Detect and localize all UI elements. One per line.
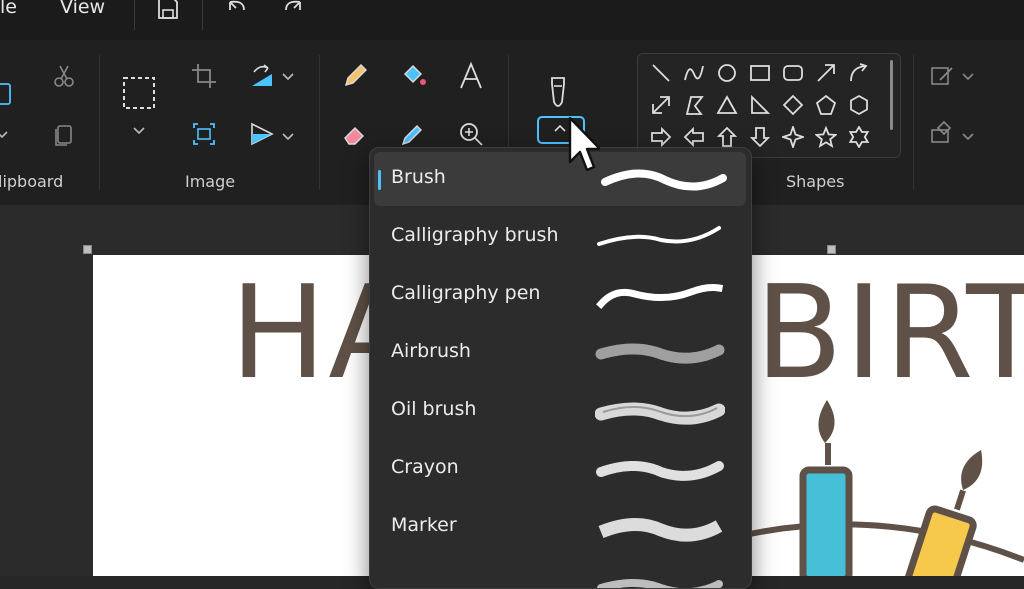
candles-illustration [745, 400, 1024, 576]
rectangle-shape-icon[interactable] [749, 62, 771, 84]
right-arrow-shape-icon[interactable] [650, 126, 672, 148]
pentagon-shape-icon[interactable] [815, 94, 837, 116]
marker-stroke-preview [598, 518, 723, 542]
text-icon[interactable] [455, 60, 487, 92]
canvas-resize-handle[interactable] [827, 245, 836, 254]
group-label-clipboard: lipboard [0, 172, 64, 191]
chevron-down-icon[interactable] [962, 130, 974, 142]
diamond-shape-icon[interactable] [782, 94, 804, 116]
brush-option-label: Brush [391, 166, 446, 188]
menu-view[interactable]: View [60, 0, 105, 18]
menu-separator [134, 0, 135, 30]
menu-bar: le View [0, 0, 1024, 40]
line-shape-icon[interactable] [650, 62, 672, 84]
canvas-resize-handle[interactable] [83, 245, 92, 254]
five-point-star-shape-icon[interactable] [815, 126, 837, 148]
color-picker-icon[interactable] [397, 118, 429, 150]
undo-icon[interactable] [222, 0, 252, 24]
cut-icon[interactable] [48, 60, 80, 92]
polygon-shape-icon[interactable] [683, 94, 705, 116]
curved-arrow-shape-icon[interactable] [848, 62, 870, 84]
brush-option-label: Marker [391, 514, 457, 536]
rounded-rectangle-shape-icon[interactable] [782, 62, 804, 84]
brush-option-airbrush[interactable]: Airbrush [370, 326, 751, 380]
chevron-down-icon[interactable] [962, 70, 974, 82]
chevron-down-icon[interactable] [282, 130, 294, 142]
chevron-up-icon [554, 124, 566, 132]
double-arrow-shape-icon[interactable] [650, 94, 672, 116]
brush-option-label: Airbrush [391, 340, 471, 362]
magnifier-icon[interactable] [455, 118, 487, 150]
arrow-diagonal-shape-icon[interactable] [815, 62, 837, 84]
group-separator [319, 55, 320, 190]
brush-option-label: Calligraphy pen [391, 282, 541, 304]
brush-icon[interactable] [540, 74, 576, 114]
chevron-down-icon[interactable] [133, 124, 145, 136]
airbrush-stroke-preview [595, 343, 725, 364]
selected-indicator [378, 170, 381, 190]
brush-option-label: Oil brush [391, 398, 477, 420]
crop-icon[interactable] [188, 60, 220, 92]
fill-icon[interactable] [397, 60, 429, 92]
brush-option-partial[interactable] [370, 558, 751, 588]
shapes-gallery [637, 53, 901, 158]
shapes-scrollbar[interactable] [890, 60, 893, 130]
oil-brush-stroke-preview [595, 402, 725, 425]
flip-icon[interactable] [246, 118, 278, 150]
menu-separator [202, 0, 203, 30]
brush-option-calligraphy-brush[interactable]: Calligraphy brush [370, 210, 751, 264]
shape-fill-icon[interactable] [926, 118, 958, 150]
left-arrow-shape-icon[interactable] [683, 126, 705, 148]
brush-option-calligraphy-pen[interactable]: Calligraphy pen [370, 268, 751, 322]
right-triangle-shape-icon[interactable] [749, 94, 771, 116]
outline-icon[interactable] [926, 60, 958, 92]
brush-option-brush[interactable]: Brush [374, 152, 746, 206]
mouse-cursor-icon [568, 116, 600, 172]
calligraphy-pen-stroke-preview [596, 284, 724, 309]
chevron-down-icon[interactable] [282, 70, 294, 82]
oval-shape-icon[interactable] [716, 62, 738, 84]
chevron-down-icon[interactable] [0, 128, 8, 140]
triangle-shape-icon[interactable] [716, 94, 738, 116]
calligraphy-brush-stroke-preview [597, 226, 721, 246]
brush-option-marker[interactable]: Marker [370, 500, 751, 554]
group-label-shapes: Shapes [786, 172, 845, 191]
brush-stroke-preview [601, 169, 727, 191]
menu-file[interactable]: le [0, 0, 17, 18]
redo-icon[interactable] [278, 0, 308, 24]
group-label-image: Image [185, 172, 236, 191]
group-separator [99, 55, 100, 190]
brush-option-label: Calligraphy brush [391, 224, 559, 246]
brush-stroke-preview [597, 579, 723, 588]
brush-option-oil-brush[interactable]: Oil brush [370, 384, 751, 438]
canvas-text-right: BIRT [755, 259, 1024, 408]
brush-option-crayon[interactable]: Crayon [370, 442, 751, 496]
select-icon[interactable] [121, 75, 157, 111]
four-point-star-shape-icon[interactable] [782, 126, 804, 148]
crayon-stroke-preview [596, 461, 724, 481]
eraser-icon[interactable] [339, 118, 371, 150]
down-arrow-shape-icon[interactable] [749, 126, 771, 148]
save-icon[interactable] [152, 0, 182, 24]
brush-dropdown-menu: Brush Calligraphy brush Calligraphy pen … [369, 147, 752, 589]
copy-icon[interactable] [48, 118, 80, 150]
pencil-icon[interactable] [339, 60, 371, 92]
paste-icon[interactable] [0, 76, 16, 108]
brush-option-label: Crayon [391, 456, 459, 478]
hexagon-shape-icon[interactable] [848, 94, 870, 116]
six-point-star-shape-icon[interactable] [848, 126, 870, 148]
image-properties-icon[interactable] [188, 118, 220, 150]
curve-shape-icon[interactable] [683, 62, 705, 84]
group-separator [913, 55, 914, 190]
up-arrow-shape-icon[interactable] [716, 126, 738, 148]
rotate-icon[interactable] [246, 60, 278, 92]
